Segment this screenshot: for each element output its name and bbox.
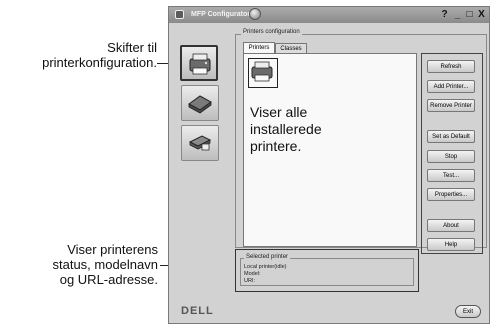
refresh-button[interactable]: Refresh bbox=[427, 60, 475, 73]
callout-top-line2: printerkonfiguration. bbox=[42, 55, 157, 70]
selected-printer-label: Selected printer bbox=[244, 254, 291, 260]
selected-printer-frame bbox=[240, 258, 414, 286]
window-title: MFP Configurator bbox=[191, 11, 250, 18]
globe-icon bbox=[249, 8, 261, 20]
set-default-button[interactable]: Set as Default bbox=[427, 130, 475, 143]
title-bar: MFP Configurator ? _ □ X bbox=[169, 7, 489, 23]
printer-model: Model: bbox=[244, 271, 261, 277]
printer-status: Local printer(idle) bbox=[244, 264, 287, 270]
callout-list-line3: printere. bbox=[250, 138, 302, 154]
printer-list-item[interactable] bbox=[248, 58, 278, 88]
callout-top: Skifter til printerkonfiguration. bbox=[0, 40, 157, 70]
callout-bottom: Viser printerens status, modelnavn og UR… bbox=[0, 242, 158, 287]
tab-printers[interactable]: Printers bbox=[243, 42, 275, 53]
maximize-button[interactable]: □ bbox=[464, 9, 475, 20]
properties-button[interactable]: Properties... bbox=[427, 188, 475, 201]
mfp-configurator-window: MFP Configurator ? _ □ X Printers config… bbox=[168, 6, 490, 324]
scanners-config-button[interactable] bbox=[181, 85, 219, 121]
callout-top-line1: Skifter til bbox=[107, 40, 157, 55]
printers-config-button[interactable] bbox=[180, 45, 218, 81]
callout-list-line2: installerede bbox=[250, 121, 322, 137]
printer-icon bbox=[189, 53, 211, 75]
printer-uri: URI: bbox=[244, 278, 255, 284]
callout-bottom-line2: status, modelnavn bbox=[52, 257, 158, 272]
ports-icon bbox=[188, 135, 212, 151]
ports-config-button[interactable] bbox=[181, 125, 219, 161]
close-button[interactable]: X bbox=[476, 9, 487, 20]
callout-printer-list: Viser alle installerede printere. bbox=[250, 104, 322, 155]
minimize-button[interactable]: _ bbox=[452, 9, 463, 20]
dell-logo: DELL bbox=[181, 305, 214, 317]
stop-button[interactable]: Stop bbox=[427, 150, 475, 163]
add-printer-button[interactable]: Add Printer... bbox=[427, 80, 475, 93]
help-button[interactable]: ? bbox=[439, 9, 450, 20]
exit-button[interactable]: Exit bbox=[455, 305, 481, 318]
help-panel-button[interactable]: Help bbox=[427, 238, 475, 251]
printer-list[interactable]: Viser alle installerede printere. bbox=[243, 53, 417, 247]
printer-icon bbox=[251, 61, 273, 82]
remove-printer-button[interactable]: Remove Printer bbox=[427, 99, 475, 112]
callout-bottom-line1: Viser printerens bbox=[67, 242, 158, 257]
printer-actions-panel: Refresh Add Printer... Remove Printer Se… bbox=[421, 53, 483, 254]
selected-printer-box: Selected printer Local printer(idle) Mod… bbox=[235, 249, 419, 292]
tab-classes[interactable]: Classes bbox=[275, 43, 307, 53]
callout-bottom-line3: og URL-adresse. bbox=[59, 272, 158, 287]
test-button[interactable]: Test... bbox=[427, 169, 475, 182]
printers-config-label: Printers configuration bbox=[241, 29, 302, 35]
about-button[interactable]: About bbox=[427, 219, 475, 232]
callout-list-line1: Viser alle bbox=[250, 104, 308, 120]
scanner-icon bbox=[188, 95, 212, 114]
app-icon bbox=[175, 10, 184, 19]
